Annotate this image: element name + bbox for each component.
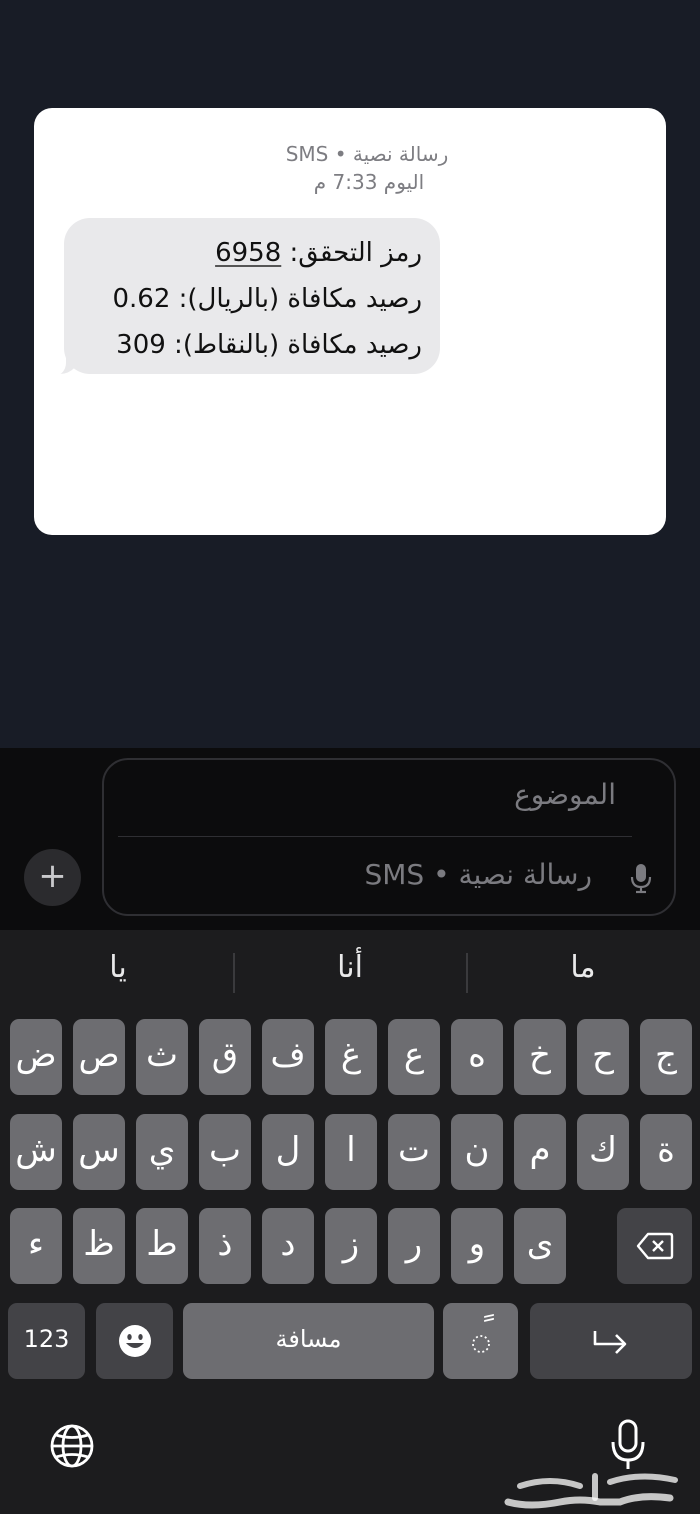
- key-taa-marbuta[interactable]: ة: [640, 1114, 692, 1190]
- tanween-label: ً: [443, 1295, 518, 1367]
- key-qaf[interactable]: ق: [199, 1019, 251, 1095]
- suggestion-3[interactable]: يا: [58, 950, 178, 985]
- backspace-key[interactable]: [617, 1208, 692, 1284]
- message-type: رسالة نصية • SMS: [285, 142, 449, 166]
- haraj-watermark-logo: [504, 1473, 678, 1509]
- key-waw[interactable]: و: [451, 1208, 503, 1284]
- globe-icon[interactable]: [48, 1422, 96, 1470]
- message-line-points: رصيد مكافاة (بالنقاط): 309: [116, 330, 422, 360]
- message-timestamp: اليوم 7:33 م: [313, 170, 425, 194]
- key-alef[interactable]: ا: [325, 1114, 377, 1190]
- key-taa[interactable]: ت: [388, 1114, 440, 1190]
- key-taa-emphatic[interactable]: ط: [136, 1208, 188, 1284]
- message-input[interactable]: رسالة نصية • SMS: [364, 858, 592, 891]
- space-key[interactable]: مسافة: [183, 1303, 434, 1379]
- emoji-key[interactable]: [96, 1303, 173, 1379]
- key-hamza[interactable]: ء: [10, 1208, 62, 1284]
- tanween-key[interactable]: ً: [443, 1303, 518, 1379]
- otp-code[interactable]: 6958: [215, 238, 281, 268]
- key-ha[interactable]: ه: [451, 1019, 503, 1095]
- suggestion-divider: [466, 953, 468, 993]
- key-noon[interactable]: ن: [451, 1114, 503, 1190]
- key-alef-maqsura[interactable]: ى: [514, 1208, 566, 1284]
- key-faa[interactable]: ف: [262, 1019, 314, 1095]
- subject-input[interactable]: الموضوع: [514, 778, 616, 811]
- key-kaf[interactable]: ك: [577, 1114, 629, 1190]
- dotted-circle-icon: [472, 1335, 490, 1353]
- key-khaa[interactable]: خ: [514, 1019, 566, 1095]
- key-jeem[interactable]: ج: [640, 1019, 692, 1095]
- backspace-icon: [636, 1232, 673, 1260]
- key-seen[interactable]: س: [73, 1114, 125, 1190]
- key-zaa[interactable]: ظ: [73, 1208, 125, 1284]
- suggestion-divider: [233, 953, 235, 993]
- key-ghain[interactable]: غ: [325, 1019, 377, 1095]
- key-raa[interactable]: ر: [388, 1208, 440, 1284]
- key-lam[interactable]: ل: [262, 1114, 314, 1190]
- key-thaa[interactable]: ث: [136, 1019, 188, 1095]
- key-ain[interactable]: ع: [388, 1019, 440, 1095]
- emoji-icon: [118, 1325, 151, 1357]
- suggestion-1[interactable]: ما: [523, 950, 643, 985]
- key-sad[interactable]: ص: [73, 1019, 125, 1095]
- points-balance: 309: [116, 330, 166, 360]
- message-line-otp: رمز التحقق: 6958: [215, 238, 422, 268]
- key-sheen[interactable]: ش: [10, 1114, 62, 1190]
- return-key[interactable]: [530, 1303, 692, 1379]
- message-bubble[interactable]: رمز التحقق: 6958 رصيد مكافاة (بالريال): …: [64, 218, 440, 374]
- compose-divider: [118, 836, 632, 837]
- key-meem[interactable]: م: [514, 1114, 566, 1190]
- key-haa[interactable]: ح: [577, 1019, 629, 1095]
- key-yaa[interactable]: ي: [136, 1114, 188, 1190]
- suggestion-2[interactable]: أنا: [290, 950, 410, 985]
- numbers-key[interactable]: 123: [8, 1303, 85, 1379]
- add-attachment-button[interactable]: +: [24, 849, 81, 906]
- riyal-balance: 0.62: [112, 284, 171, 314]
- key-baa[interactable]: ب: [199, 1114, 251, 1190]
- key-zay[interactable]: ز: [325, 1208, 377, 1284]
- message-line-riyal: رصيد مكافاة (بالريال): 0.62: [112, 284, 422, 314]
- key-dad[interactable]: ض: [10, 1019, 62, 1095]
- dictation-microphone-icon[interactable]: [628, 862, 654, 894]
- key-dal[interactable]: د: [262, 1208, 314, 1284]
- return-icon: [593, 1331, 627, 1354]
- key-thal[interactable]: ذ: [199, 1208, 251, 1284]
